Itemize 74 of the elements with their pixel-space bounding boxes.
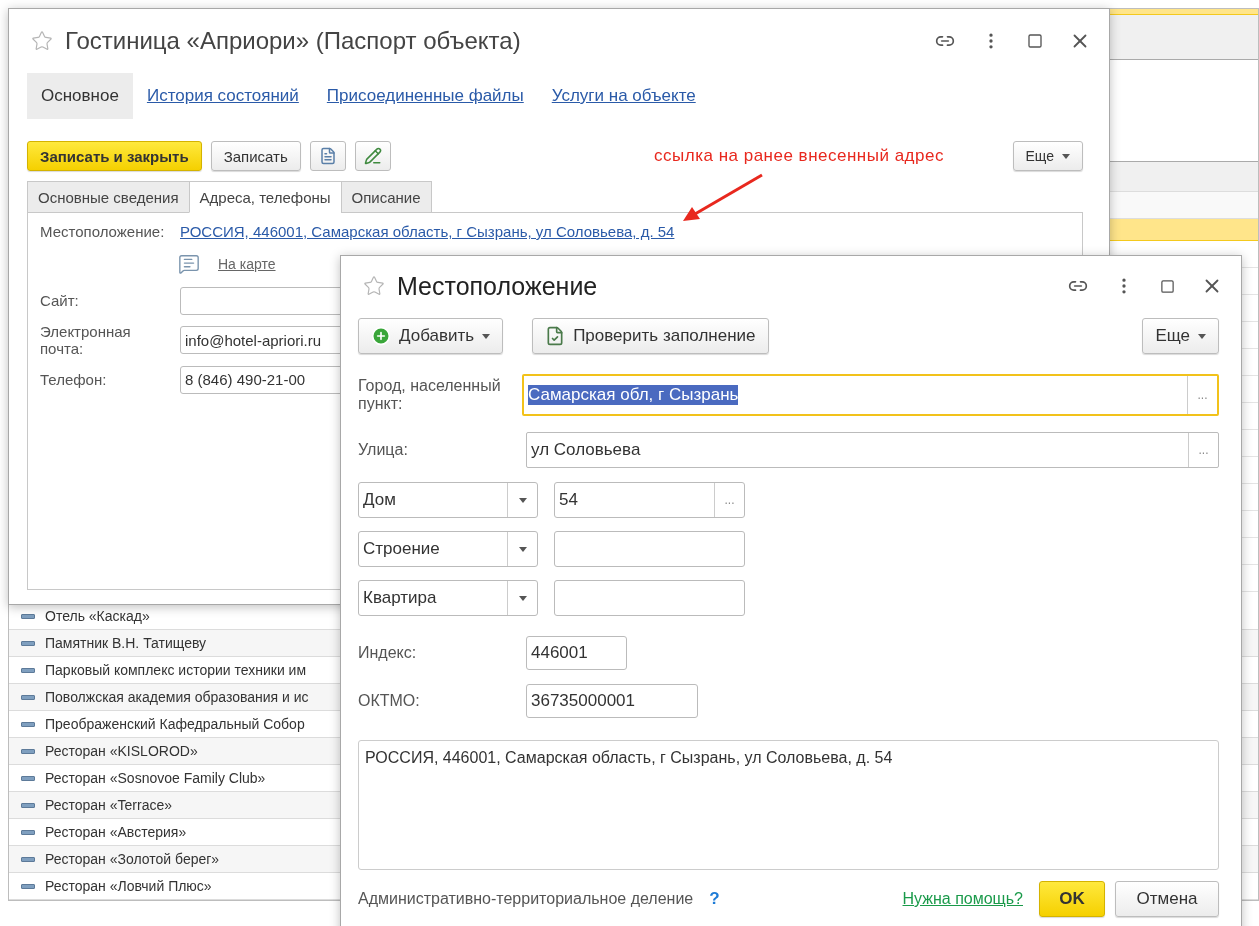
item-icon <box>21 775 35 781</box>
window-title: Гостиница «Априори» (Паспорт объекта) <box>65 27 521 55</box>
item-icon <box>21 829 35 835</box>
more-button[interactable]: Еще <box>1142 318 1219 354</box>
item-icon <box>21 667 35 673</box>
report-button[interactable] <box>309 141 346 171</box>
division-label: Административно-территориальное деление <box>358 889 694 909</box>
check-filling-button[interactable]: Проверить заполнение <box>532 318 769 354</box>
dropdown-caret-icon <box>518 546 527 552</box>
picker-button[interactable]: ... <box>714 483 744 517</box>
item-icon <box>21 883 35 889</box>
caret-icon <box>482 333 491 339</box>
nav-tab[interactable]: Основное <box>27 73 133 119</box>
pencil-icon <box>363 147 382 165</box>
ok-button[interactable]: OK <box>1039 881 1105 917</box>
address-text-area[interactable]: РОССИЯ, 446001, Самарская область, г Сызрань, ул Соловьева, д. 54 <box>358 740 1219 870</box>
caret-icon <box>1198 333 1206 339</box>
nav-tab[interactable]: Присоединенные файлы <box>312 73 538 119</box>
street-field[interactable]: ул Соловьева ... <box>526 432 1219 468</box>
add-button[interactable]: Добавить <box>358 318 504 354</box>
item-icon <box>21 802 35 808</box>
item-icon <box>21 613 35 619</box>
form-tab[interactable]: Описание <box>340 181 432 213</box>
input-field[interactable] <box>554 580 745 616</box>
help-mark[interactable]: ? <box>709 889 720 909</box>
favorite-star-icon[interactable] <box>363 275 385 297</box>
nav-tab[interactable]: Услуги на объекте <box>537 73 710 119</box>
dialog-title: Местоположение <box>397 271 598 301</box>
field-label: Индекс: <box>358 643 418 663</box>
nav-tab[interactable]: История состояний <box>132 73 313 119</box>
dropdown-caret-icon <box>518 497 527 503</box>
type-select[interactable]: Дом <box>358 482 538 518</box>
field-value: Самарская обл, г Сызрань <box>528 385 739 405</box>
caret-icon <box>1062 153 1070 159</box>
item-icon <box>21 721 35 727</box>
maximize-icon[interactable] <box>1160 278 1175 294</box>
plus-icon <box>371 326 391 346</box>
field-label: Сайт: <box>40 292 80 310</box>
city-field[interactable]: Самарская обл, г Сызрань ... <box>522 374 1219 416</box>
maximize-icon[interactable] <box>1027 33 1043 49</box>
field-label: Местоположение: <box>40 223 166 241</box>
field-label: Город, населенный пункт: <box>358 376 502 414</box>
field-label: Улица: <box>358 440 409 460</box>
picker-button[interactable]: ... <box>1188 433 1218 467</box>
document-check-icon <box>545 326 566 346</box>
document-icon <box>318 147 337 165</box>
help-link[interactable]: Нужна помощь? <box>902 890 1023 908</box>
field-label: Электронная почта: <box>40 323 132 358</box>
form-tab[interactable]: Адреса, телефоны <box>188 181 342 213</box>
item-icon <box>21 748 35 754</box>
type-select[interactable]: Квартира <box>358 580 538 616</box>
type-select[interactable]: Строение <box>358 531 538 567</box>
annotation-text: ссылка на ранее внесенный адрес <box>654 146 944 166</box>
comment-icon[interactable] <box>178 253 200 275</box>
map-link[interactable]: На карте <box>218 256 276 272</box>
item-icon <box>21 694 35 700</box>
item-icon <box>21 856 35 862</box>
field-label: ОКТМО: <box>358 691 421 711</box>
cancel-button[interactable]: Отмена <box>1115 881 1219 917</box>
index-field[interactable]: 446001 <box>526 636 627 670</box>
save-button[interactable]: Записать <box>210 141 301 171</box>
oktmo-field[interactable]: 36735000001 <box>526 684 698 718</box>
field-label: Телефон: <box>40 370 108 389</box>
item-icon <box>21 640 35 646</box>
more-button[interactable]: Еще <box>1012 141 1083 171</box>
edit-button[interactable] <box>354 141 391 171</box>
picker-button[interactable]: ... <box>1187 376 1217 414</box>
input-field[interactable] <box>554 531 745 567</box>
save-and-close-button[interactable]: Записать и закрыть <box>27 141 202 171</box>
dropdown-caret-icon <box>518 595 527 601</box>
favorite-star-icon[interactable] <box>31 30 53 52</box>
form-tab[interactable]: Основные сведения <box>27 181 190 213</box>
address-link[interactable]: РОССИЯ, 446001, Самарская область, г Сызрань, ул Соловьева, д. 54 <box>180 223 675 240</box>
input-field[interactable]: 54 ... <box>554 482 745 518</box>
